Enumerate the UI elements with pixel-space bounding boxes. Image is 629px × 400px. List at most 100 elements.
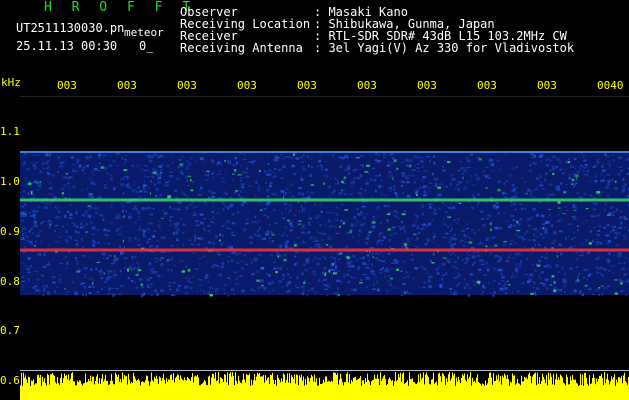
power-bar bbox=[413, 381, 414, 400]
power-bar bbox=[300, 377, 301, 400]
power-bar bbox=[274, 384, 275, 400]
power-bar bbox=[234, 384, 235, 400]
power-bar bbox=[587, 383, 588, 400]
power-bar bbox=[173, 373, 174, 400]
power-bar bbox=[26, 379, 27, 400]
power-bar bbox=[158, 383, 159, 400]
power-bar bbox=[457, 381, 458, 400]
power-bar bbox=[334, 372, 335, 400]
power-bar bbox=[607, 373, 608, 400]
power-bar bbox=[202, 383, 203, 400]
power-bar bbox=[226, 382, 227, 400]
power-bar bbox=[583, 385, 584, 400]
power-bar bbox=[353, 377, 354, 400]
carrier-line bbox=[20, 248, 629, 252]
power-bar bbox=[460, 383, 461, 400]
power-bar bbox=[497, 379, 498, 400]
power-bar bbox=[151, 372, 152, 400]
power-bar bbox=[269, 384, 270, 400]
power-bar bbox=[50, 374, 51, 400]
freq-label: 0.9 bbox=[0, 225, 20, 238]
power-bar bbox=[88, 378, 89, 400]
power-bar bbox=[551, 376, 552, 400]
power-bar bbox=[469, 376, 470, 400]
power-bar bbox=[189, 379, 190, 400]
power-bar bbox=[163, 373, 164, 400]
power-bar bbox=[243, 373, 244, 400]
power-bar bbox=[257, 372, 258, 400]
power-bar bbox=[430, 384, 431, 400]
power-bar bbox=[532, 376, 533, 400]
power-bar bbox=[491, 377, 492, 400]
power-bar bbox=[512, 373, 513, 400]
power-bar bbox=[155, 378, 156, 400]
power-bar bbox=[421, 379, 422, 400]
power-bar bbox=[32, 380, 33, 400]
power-bar bbox=[198, 377, 199, 400]
power-bar bbox=[49, 384, 50, 400]
power-bar bbox=[522, 381, 523, 400]
power-bar bbox=[285, 382, 286, 400]
power-bar bbox=[232, 372, 233, 400]
power-bar bbox=[363, 380, 364, 400]
power-bar bbox=[440, 376, 441, 400]
power-bar bbox=[208, 376, 209, 400]
power-bar bbox=[149, 385, 150, 400]
power-bar bbox=[563, 382, 564, 400]
power-bar bbox=[596, 378, 597, 400]
power-bar bbox=[92, 376, 93, 400]
power-bar bbox=[344, 382, 345, 400]
power-bar bbox=[322, 383, 323, 400]
power-bar bbox=[576, 382, 577, 400]
power-bar bbox=[386, 385, 387, 400]
power-bar bbox=[340, 373, 341, 400]
power-bar bbox=[371, 381, 372, 400]
power-bar bbox=[65, 375, 66, 400]
power-bar bbox=[288, 382, 289, 400]
power-bar bbox=[403, 372, 404, 400]
power-bar bbox=[245, 382, 246, 400]
power-bar bbox=[623, 375, 624, 400]
power-bar bbox=[75, 385, 76, 400]
power-bar bbox=[450, 380, 451, 400]
power-bar bbox=[86, 382, 87, 400]
power-bar bbox=[34, 384, 35, 400]
power-bar bbox=[105, 374, 106, 400]
power-bar bbox=[196, 376, 197, 400]
power-bar bbox=[76, 385, 77, 400]
power-bar bbox=[193, 382, 194, 400]
power-bar bbox=[230, 372, 231, 400]
power-bar bbox=[219, 383, 220, 400]
power-bar bbox=[624, 372, 625, 400]
power-bar bbox=[289, 373, 290, 400]
power-bar bbox=[181, 378, 182, 400]
power-bar bbox=[81, 383, 82, 400]
power-bar bbox=[385, 379, 386, 400]
power-bar bbox=[505, 375, 506, 400]
time-label: 003 bbox=[417, 79, 437, 92]
hrofft-window: H R O F F T UT2511130030.pn meteor 25.11… bbox=[0, 0, 629, 400]
power-bar bbox=[350, 383, 351, 400]
power-bar bbox=[72, 372, 73, 400]
power-bar bbox=[215, 372, 216, 400]
power-bar bbox=[545, 383, 546, 400]
power-bar bbox=[620, 378, 621, 400]
power-bar bbox=[571, 380, 572, 400]
power-bar bbox=[577, 383, 578, 400]
power-bar bbox=[282, 381, 283, 400]
power-bar bbox=[462, 374, 463, 400]
power-bar bbox=[172, 380, 173, 400]
power-bar bbox=[452, 372, 453, 400]
power-bar bbox=[431, 379, 432, 400]
power-bar bbox=[23, 372, 24, 400]
power-bar bbox=[544, 379, 545, 400]
power-bar bbox=[24, 377, 25, 400]
power-bar bbox=[506, 378, 507, 400]
power-bar bbox=[203, 382, 204, 400]
power-bar bbox=[141, 381, 142, 400]
power-bar bbox=[174, 382, 175, 400]
power-bar bbox=[84, 383, 85, 400]
power-bar bbox=[507, 374, 508, 400]
power-bar bbox=[546, 375, 547, 400]
power-bar bbox=[520, 385, 521, 400]
